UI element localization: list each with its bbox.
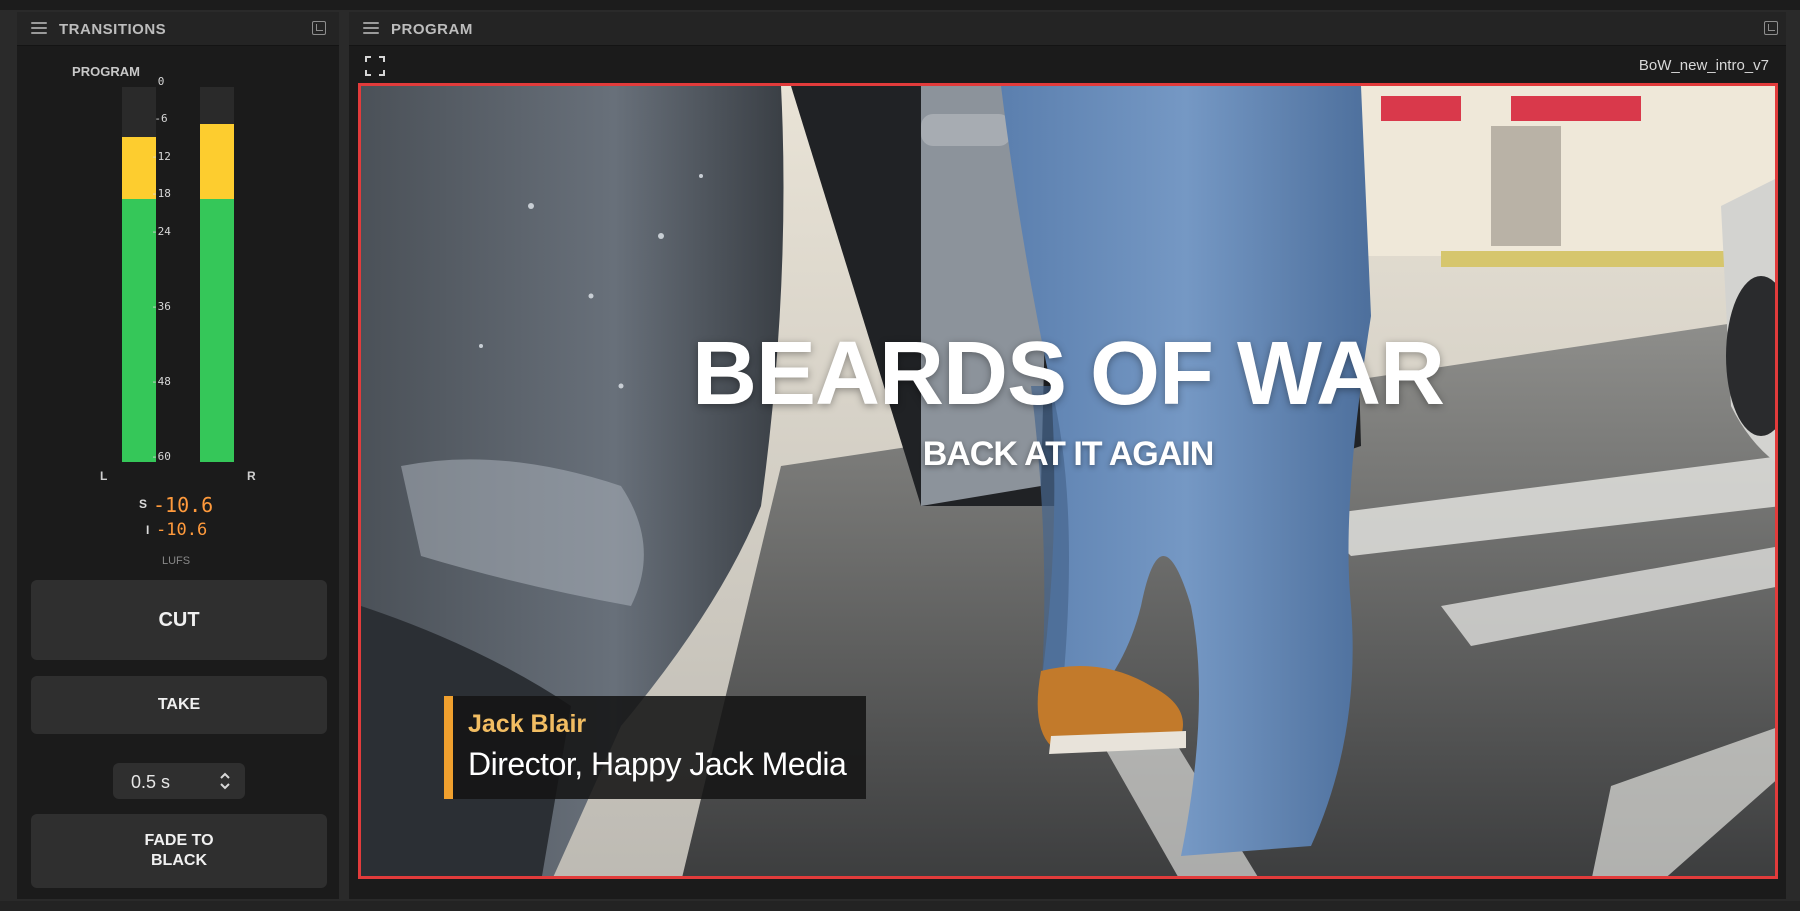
panel-title: TRANSITIONS (59, 21, 167, 38)
cut-button[interactable]: CUT (31, 580, 327, 660)
panel-title: PROGRAM (391, 21, 473, 38)
chevron-updown-icon[interactable] (219, 770, 231, 792)
lufs-unit: LUFS (162, 555, 191, 567)
meter-level-yellow (200, 124, 234, 199)
popout-icon[interactable] (312, 21, 326, 35)
bottom-edge (0, 901, 1800, 911)
meter-scale-tick: -48 (151, 375, 171, 388)
program-panel-header: PROGRAM (349, 12, 1786, 46)
meter-scale-tick: -60 (151, 450, 171, 463)
menu-icon[interactable] (363, 22, 379, 34)
meter-scale-tick: -12 (151, 150, 171, 163)
integrated-lufs: -10.6 (156, 520, 208, 540)
program-panel: PROGRAM BoW_new_intro_v7 BEARDS OF WAR B… (349, 12, 1786, 899)
meter-scale-tick: -6 (154, 112, 168, 125)
fade-label-line1: FADE TO (144, 832, 214, 849)
transitions-panel-header: TRANSITIONS (17, 12, 339, 46)
take-button[interactable]: TAKE (31, 676, 327, 734)
duration-stepper[interactable]: 0.5 s (113, 763, 245, 799)
lower-third-accent (444, 696, 453, 799)
menu-icon[interactable] (31, 22, 47, 34)
meter-scale-tick: -24 (151, 225, 171, 238)
meter-scale-tick: 0 (157, 75, 165, 88)
left-channel-label: L (100, 469, 108, 483)
fade-label-line2: BLACK (151, 852, 207, 869)
title-sub: BACK AT IT AGAIN (922, 435, 1215, 473)
top-edge (0, 0, 1800, 10)
short-term-key: S (139, 497, 148, 511)
fade-to-black-button[interactable]: FADE TO BLACK (31, 814, 327, 888)
meter-scale-tick: -36 (151, 300, 171, 313)
lower-third: Jack Blair Director, Happy Jack Media (444, 696, 866, 799)
meter-level-green (200, 199, 234, 462)
integrated-key: I (146, 523, 150, 537)
right-channel-label: R (247, 469, 256, 483)
meter-scale-tick: -18 (151, 187, 171, 200)
title-main: BEARDS OF WAR (692, 324, 1445, 424)
lower-third-name: Jack Blair (468, 710, 587, 738)
program-viewer[interactable]: BEARDS OF WAR BACK AT IT AGAIN Jack Blai… (358, 83, 1778, 879)
lower-third-role: Director, Happy Jack Media (468, 746, 847, 782)
fullscreen-icon[interactable] (365, 56, 385, 76)
meter-channel-left (122, 87, 156, 462)
transitions-panel: TRANSITIONS PROGRAM 0 -6 -12 -18 -24 -36 -48 -6… (17, 12, 339, 899)
short-term-lufs: -10.6 (153, 493, 214, 517)
popout-icon[interactable] (1764, 21, 1778, 35)
duration-value: 0.5 s (131, 772, 171, 792)
source-name: BoW_new_intro_v7 (1638, 57, 1769, 74)
meter-channel-right (200, 87, 234, 462)
meter-level-green (122, 199, 156, 462)
